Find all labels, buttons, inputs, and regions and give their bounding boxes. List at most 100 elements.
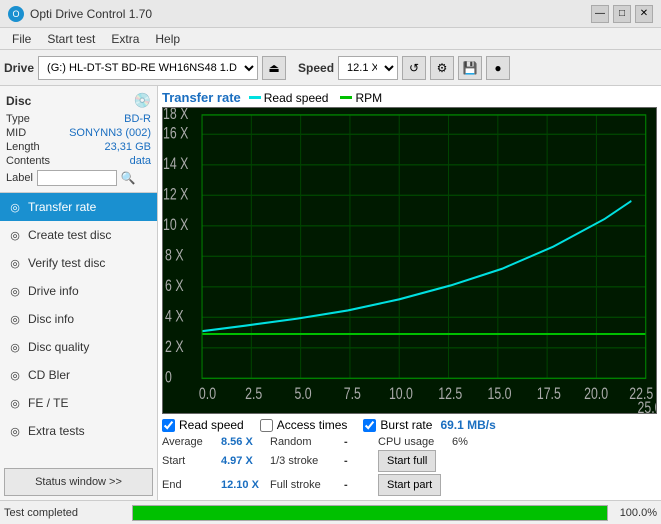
third-stroke-value: - (344, 455, 374, 467)
avg-label: Average (162, 436, 217, 448)
mid-label: MID (6, 127, 26, 139)
svg-text:0: 0 (165, 369, 172, 387)
cpu-label: CPU usage (378, 436, 448, 448)
checkbox-row: Read speed Access times Burst rate 69.1 … (162, 418, 657, 432)
svg-text:12 X: 12 X (163, 186, 189, 204)
burn-btn[interactable]: ● (486, 56, 510, 80)
settings-btn[interactable]: ⚙ (430, 56, 454, 80)
random-value: - (344, 436, 374, 448)
nav-icon-8: ◎ (8, 425, 22, 438)
svg-text:18 X: 18 X (163, 108, 189, 124)
disc-type-row: Type BD-R (6, 113, 151, 125)
nav-item-extra-tests[interactable]: ◎ Extra tests (0, 417, 157, 445)
nav-icon-1: ◎ (8, 229, 22, 242)
main-area: Disc 💿 Type BD-R MID SONYNN3 (002) Lengt… (0, 86, 661, 500)
nav-icon-4: ◎ (8, 313, 22, 326)
svg-text:6 X: 6 X (165, 277, 184, 295)
drive-select[interactable]: (G:) HL-DT-ST BD-RE WH16NS48 1.D3 (38, 56, 258, 80)
checkbox-access-times: Access times (260, 418, 348, 432)
menu-item-extra[interactable]: Extra (103, 30, 147, 48)
nav-items: ◎ Transfer rate ◎ Create test disc ◎Verify t… (0, 193, 157, 464)
svg-text:5.0: 5.0 (294, 386, 311, 404)
checkbox-read-speed: Read speed (162, 418, 244, 432)
nav-item-disc-quality[interactable]: ◎Disc quality (0, 333, 157, 361)
nav-item-transfer-rate[interactable]: ◎ Transfer rate (0, 193, 157, 221)
nav-icon-0: ◎ (8, 201, 22, 214)
end-label: End (162, 479, 217, 491)
access-times-checkbox[interactable] (260, 419, 273, 432)
full-stroke-value: - (344, 479, 374, 491)
svg-text:17.5: 17.5 (537, 386, 561, 404)
window-controls: — □ ✕ (591, 5, 653, 23)
full-stroke-label: Full stroke (270, 479, 340, 491)
length-value: 23,31 GB (105, 141, 151, 153)
nav-item-create-test-disc[interactable]: ◎ Create test disc (0, 221, 157, 249)
nav-icon-7: ◎ (8, 397, 22, 410)
start-full-btn[interactable]: Start full (378, 450, 436, 472)
close-btn[interactable]: ✕ (635, 5, 653, 23)
svg-text:15.0: 15.0 (488, 386, 512, 404)
svg-text:10 X: 10 X (163, 216, 189, 234)
svg-text:2.5: 2.5 (245, 386, 262, 404)
save-btn[interactable]: 💾 (458, 56, 482, 80)
disc-icon: 💿 (134, 92, 151, 109)
stats-row-2: Start 4.97 X 1/3 stroke - Start full (162, 450, 657, 472)
svg-text:0.0: 0.0 (199, 386, 216, 404)
nav-item-fe-te[interactable]: ◎FE / TE (0, 389, 157, 417)
speed-label: Speed (298, 61, 334, 75)
legend-read-speed: Read speed (249, 91, 329, 105)
burst-rate-checkbox[interactable] (363, 419, 376, 432)
svg-text:16 X: 16 X (163, 125, 189, 143)
progress-bar-fill (133, 506, 607, 520)
stats-area: Average 8.56 X Random - CPU usage 6% Sta… (162, 436, 657, 496)
progress-pct: 100.0% (620, 507, 657, 519)
eject-btn[interactable]: ⏏ (262, 56, 286, 80)
disc-panel: Disc 💿 Type BD-R MID SONYNN3 (002) Lengt… (0, 86, 157, 193)
nav-item-verify-test-disc[interactable]: ◎Verify test disc (0, 249, 157, 277)
refresh-btn[interactable]: ↺ (402, 56, 426, 80)
stats-row-1: Average 8.56 X Random - CPU usage 6% (162, 436, 657, 448)
start-label: Start (162, 455, 217, 467)
nav-label-8: Extra tests (28, 424, 85, 438)
nav-label-4: Disc info (28, 312, 74, 326)
chart-area: Transfer rate Read speed RPM (158, 86, 661, 500)
nav-label-3: Drive info (28, 284, 79, 298)
title-bar: O Opti Drive Control 1.70 — □ ✕ (0, 0, 661, 28)
app-icon: O (8, 6, 24, 22)
status-window-btn[interactable]: Status window >> (4, 468, 153, 496)
menu-item-file[interactable]: File (4, 30, 39, 48)
svg-text:4 X: 4 X (165, 308, 184, 326)
menu-item-start-test[interactable]: Start test (39, 30, 103, 48)
nav-item-cd-bler[interactable]: ◎ CD Bler (0, 361, 157, 389)
nav-item-disc-info[interactable]: ◎ Disc info (0, 305, 157, 333)
nav-label-1: Create test disc (28, 228, 111, 242)
minimize-btn[interactable]: — (591, 5, 609, 23)
toolbar: Drive (G:) HL-DT-ST BD-RE WH16NS48 1.D3 … (0, 50, 661, 86)
legend-read-label: Read speed (264, 91, 329, 105)
nav-icon-6: ◎ (8, 369, 22, 382)
contents-value: data (130, 155, 151, 167)
maximize-btn[interactable]: □ (613, 5, 631, 23)
legend-rpm-color (340, 96, 352, 99)
label-input[interactable] (37, 170, 117, 186)
disc-title: Disc (6, 94, 31, 108)
speed-select[interactable]: 12.1 X (338, 56, 398, 80)
legend-read-color (249, 96, 261, 99)
chart-title: Transfer rate (162, 90, 241, 105)
nav-icon-3: ◎ (8, 285, 22, 298)
svg-text:12.5: 12.5 (438, 386, 462, 404)
legend-rpm: RPM (340, 91, 382, 105)
svg-text:20.0: 20.0 (584, 386, 608, 404)
chart-header: Transfer rate Read speed RPM (162, 90, 657, 105)
burst-rate-checkbox-label: Burst rate (380, 418, 432, 432)
nav-label-6: CD Bler (28, 368, 70, 382)
random-label: Random (270, 436, 340, 448)
nav-label-0: Transfer rate (28, 200, 96, 214)
read-speed-checkbox[interactable] (162, 419, 175, 432)
nav-icon-5: ◎ (8, 341, 22, 354)
start-part-btn[interactable]: Start part (378, 474, 441, 496)
drive-label: Drive (4, 61, 34, 75)
nav-item-drive-info[interactable]: ◎ Drive info (0, 277, 157, 305)
legend-rpm-label: RPM (355, 91, 382, 105)
menu-item-help[interactable]: Help (147, 30, 188, 48)
